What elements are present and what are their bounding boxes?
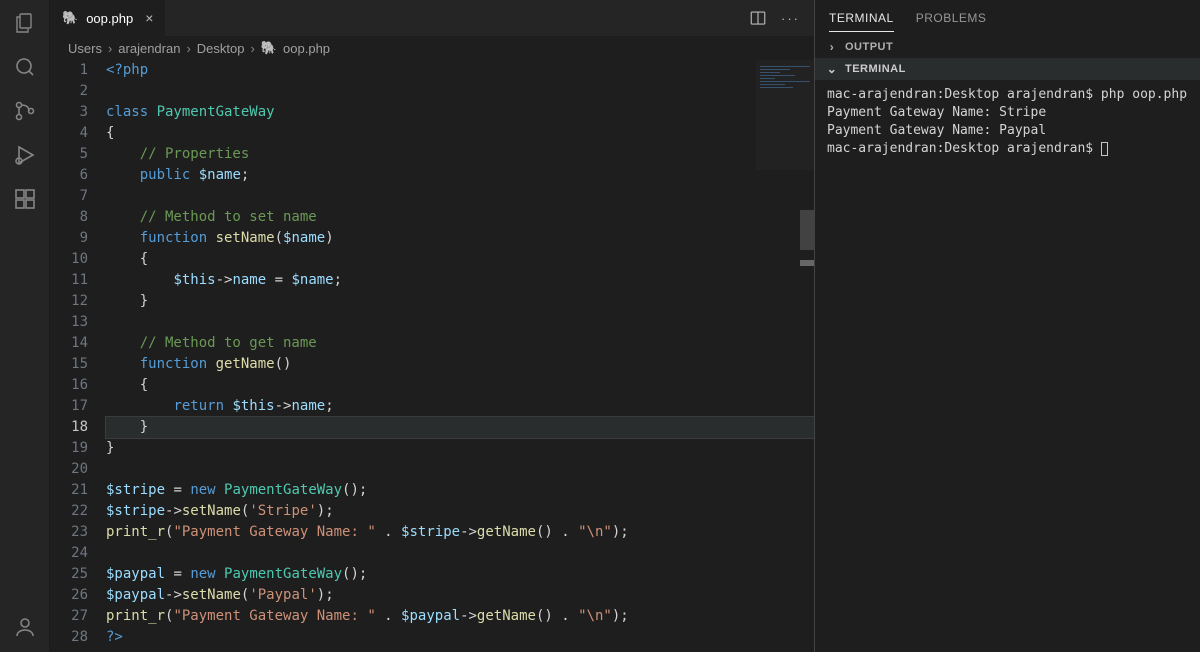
- code-line[interactable]: {: [106, 375, 814, 396]
- section-label: OUTPUT: [845, 41, 893, 53]
- source-control-icon[interactable]: [12, 98, 38, 124]
- code-line[interactable]: [106, 312, 814, 333]
- code-line[interactable]: {: [106, 123, 814, 144]
- code-line[interactable]: $stripe = new PaymentGateWay();: [106, 480, 814, 501]
- more-actions-icon[interactable]: ···: [781, 11, 800, 26]
- code-line[interactable]: $stripe->setName('Stripe');: [106, 501, 814, 522]
- account-icon[interactable]: [12, 614, 38, 640]
- code-line[interactable]: class PaymentGateWay: [106, 102, 814, 123]
- breadcrumb-item[interactable]: oop.php: [283, 41, 330, 56]
- code-line[interactable]: print_r("Payment Gateway Name: " . $payp…: [106, 606, 814, 627]
- tab-label: oop.php: [86, 11, 133, 26]
- code-line[interactable]: print_r("Payment Gateway Name: " . $stri…: [106, 522, 814, 543]
- tab-actions: ···: [749, 0, 814, 36]
- php-file-icon: 🐘: [261, 40, 277, 56]
- php-file-icon: 🐘: [62, 10, 78, 26]
- extensions-icon[interactable]: [12, 186, 38, 212]
- tab-terminal[interactable]: TERMINAL: [829, 5, 894, 32]
- code-line[interactable]: $paypal->setName('Paypal');: [106, 585, 814, 606]
- tab-problems[interactable]: PROBLEMS: [916, 5, 987, 31]
- terminal-body[interactable]: mac-arajendran:Desktop arajendran$ php o…: [815, 80, 1200, 652]
- code-line[interactable]: function setName($name): [106, 228, 814, 249]
- code-line[interactable]: }: [106, 438, 814, 459]
- chevron-right-icon: ›: [251, 41, 255, 56]
- code-line[interactable]: ?>: [106, 627, 814, 648]
- code-line[interactable]: }: [106, 291, 814, 312]
- editor-group: 🐘 oop.php × ··· Users › arajendran › Des…: [50, 0, 814, 652]
- split-editor-icon[interactable]: [749, 9, 767, 27]
- code-line[interactable]: function getName(): [106, 354, 814, 375]
- code-line[interactable]: [106, 459, 814, 480]
- breadcrumb-item[interactable]: Users: [68, 41, 102, 56]
- chevron-right-icon: ›: [108, 41, 112, 56]
- breadcrumb[interactable]: Users › arajendran › Desktop › 🐘 oop.php: [50, 36, 814, 60]
- section-label: TERMINAL: [845, 63, 906, 75]
- tab-oop-php[interactable]: 🐘 oop.php ×: [50, 0, 166, 36]
- scrollbar[interactable]: [800, 210, 814, 250]
- code-line[interactable]: [106, 543, 814, 564]
- terminal-line: mac-arajendran:Desktop arajendran$: [827, 140, 1188, 158]
- terminal-line: Payment Gateway Name: Paypal: [827, 122, 1188, 140]
- code-line[interactable]: $this->name = $name;: [106, 270, 814, 291]
- code-line[interactable]: }: [106, 417, 814, 438]
- code-line[interactable]: // Method to set name: [106, 207, 814, 228]
- overview-ruler-mark: [800, 260, 814, 266]
- close-icon[interactable]: ×: [145, 10, 153, 26]
- run-debug-icon[interactable]: [12, 142, 38, 168]
- chevron-right-icon: ›: [825, 40, 839, 54]
- code-line[interactable]: <?php: [106, 60, 814, 81]
- chevron-right-icon: ›: [186, 41, 190, 56]
- section-terminal[interactable]: ⌄ TERMINAL: [815, 58, 1200, 80]
- code-line[interactable]: // Method to get name: [106, 333, 814, 354]
- tabs-row: 🐘 oop.php × ···: [50, 0, 814, 36]
- line-gutter: 1234567891011121314151617181920212223242…: [50, 60, 106, 652]
- section-output[interactable]: › OUTPUT: [815, 36, 1200, 58]
- code-line[interactable]: // Properties: [106, 144, 814, 165]
- panel-tabs: TERMINAL PROBLEMS: [815, 0, 1200, 36]
- code-area[interactable]: <?phpclass PaymentGateWay{ // Properties…: [106, 60, 814, 652]
- code-line[interactable]: [106, 186, 814, 207]
- code-line[interactable]: return $this->name;: [106, 396, 814, 417]
- editor-body[interactable]: 1234567891011121314151617181920212223242…: [50, 60, 814, 652]
- code-line[interactable]: {: [106, 249, 814, 270]
- code-line[interactable]: [106, 81, 814, 102]
- chevron-down-icon: ⌄: [825, 62, 839, 76]
- breadcrumb-item[interactable]: arajendran: [118, 41, 180, 56]
- code-line[interactable]: public $name;: [106, 165, 814, 186]
- files-icon[interactable]: [12, 10, 38, 36]
- terminal-line: Payment Gateway Name: Stripe: [827, 104, 1188, 122]
- panel: TERMINAL PROBLEMS › OUTPUT ⌄ TERMINAL ma…: [814, 0, 1200, 652]
- code-line[interactable]: $paypal = new PaymentGateWay();: [106, 564, 814, 585]
- terminal-cursor: [1101, 142, 1108, 156]
- search-icon[interactable]: [12, 54, 38, 80]
- minimap[interactable]: [756, 60, 814, 170]
- breadcrumb-item[interactable]: Desktop: [197, 41, 245, 56]
- terminal-line: mac-arajendran:Desktop arajendran$ php o…: [827, 86, 1188, 104]
- activity-bar: [0, 0, 50, 652]
